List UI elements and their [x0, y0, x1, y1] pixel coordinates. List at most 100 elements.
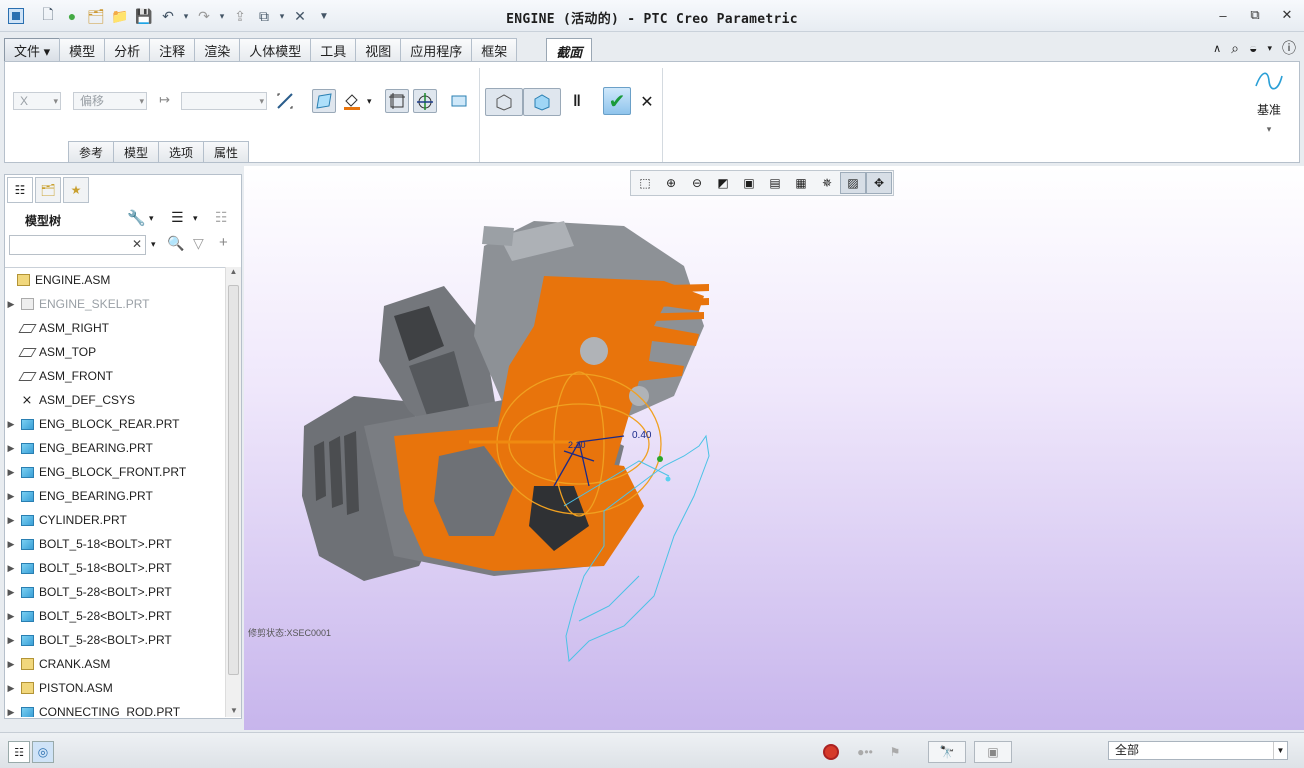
dragger-icon[interactable] — [413, 89, 437, 113]
selection-button[interactable]: ▣ — [974, 741, 1012, 763]
dragger-handle[interactable] — [657, 456, 663, 462]
expand-arrow-icon[interactable]: ▶ — [5, 587, 17, 598]
offset-label[interactable]: 2.10 — [568, 440, 586, 450]
tree-item[interactable]: ▶ CRANK.ASM — [5, 652, 227, 676]
tab-annotate[interactable]: 注释 — [149, 38, 196, 62]
tree-scrollbar[interactable]: ▲ ▼ — [225, 267, 241, 717]
ok-button[interactable]: ✔ — [603, 87, 631, 115]
axis-select[interactable]: X ▾ — [13, 92, 61, 110]
graphics-window[interactable]: ⬚ ⊕ ⊖ ◩ ▣ ▤ ▦ ✵ ▨ ✥ 0.40 2.10 修剪状态:XSEC0… — [244, 166, 1304, 730]
minimize-icon[interactable]: – — [1214, 6, 1232, 24]
dimension-label[interactable]: 0.40 — [632, 430, 652, 441]
subtab-references[interactable]: 参考 — [68, 141, 115, 163]
pause-icon[interactable]: ‖ — [565, 90, 589, 114]
tree-item[interactable]: ASM_FRONT — [5, 364, 227, 388]
settings-icon[interactable]: 🔧 — [127, 209, 146, 227]
add-icon[interactable]: + — [219, 234, 228, 251]
tab-applications[interactable]: 应用程序 — [400, 38, 473, 62]
show-dropdown-icon[interactable]: ▾ — [193, 213, 198, 224]
tab-tools[interactable]: 工具 — [310, 38, 357, 62]
tree-item[interactable]: ▶ ENG_BLOCK_REAR.PRT — [5, 412, 227, 436]
tree-item[interactable]: ▶ CONNECTING_ROD.PRT — [5, 700, 227, 717]
dragger-handle[interactable] — [665, 476, 671, 482]
subtab-options[interactable]: 选项 — [158, 141, 205, 163]
fill-color-dropdown-icon[interactable]: ▾ — [367, 96, 372, 107]
show-icon[interactable]: ☰ — [171, 209, 184, 226]
tree-item[interactable]: ▶ BOLT_5-28<BOLT>.PRT — [5, 580, 227, 604]
model-tree-tab[interactable]: ☷ — [7, 177, 33, 203]
stop-icon[interactable] — [820, 741, 842, 763]
expand-arrow-icon[interactable]: ▶ — [5, 707, 17, 718]
tree-item[interactable]: ▶ ENG_BEARING.PRT — [5, 484, 227, 508]
subtab-model[interactable]: 模型 — [113, 141, 160, 163]
distance-input[interactable]: ▾ — [181, 92, 267, 110]
selection-filter[interactable]: 全部 ▼ — [1108, 741, 1288, 760]
help-center-icon[interactable]: ◒ — [1249, 40, 1257, 56]
help-icon[interactable]: ⓘ — [1282, 38, 1296, 58]
filter-items-icon[interactable]: ☷ — [215, 209, 228, 226]
show-plane-icon[interactable] — [312, 89, 336, 113]
browser-toggle-icon[interactable]: ◎ — [32, 741, 54, 763]
find-button[interactable]: 🔭 — [928, 741, 966, 763]
tree-item[interactable]: ASM_TOP — [5, 340, 227, 364]
section-preview-icon[interactable] — [485, 88, 523, 116]
expand-arrow-icon[interactable]: ▶ — [5, 491, 17, 502]
tree-search-input[interactable]: ✕ — [9, 235, 146, 255]
tree-item[interactable]: ENGINE.ASM — [5, 268, 227, 292]
tree-item[interactable]: ASM_RIGHT — [5, 316, 227, 340]
expand-arrow-icon[interactable]: ▶ — [5, 659, 17, 670]
tab-model[interactable]: 模型 — [59, 38, 106, 62]
navigator-toggle-icon[interactable]: ☷ — [8, 741, 30, 763]
offset-select[interactable]: 偏移 ▾ — [73, 92, 147, 110]
expand-arrow-icon[interactable]: ▶ — [5, 563, 17, 574]
expand-arrow-icon[interactable]: ▶ — [5, 611, 17, 622]
tree-item[interactable]: ▶ BOLT_5-18<BOLT>.PRT — [5, 556, 227, 580]
tree-item[interactable]: ▶ BOLT_5-28<BOLT>.PRT — [5, 604, 227, 628]
tab-section[interactable]: 截面 — [546, 38, 593, 63]
datum-group[interactable]: 基准 ▾ — [1249, 68, 1289, 135]
expand-arrow-icon[interactable]: ▶ — [5, 419, 17, 430]
tree-item[interactable]: ▶ ENG_BLOCK_FRONT.PRT — [5, 460, 227, 484]
expand-arrow-icon[interactable]: ▶ — [5, 467, 17, 478]
expand-arrow-icon[interactable]: ▶ — [5, 635, 17, 646]
help-dropdown-icon[interactable]: ▾ — [1267, 43, 1272, 54]
expand-arrow-icon[interactable]: ▶ — [5, 539, 17, 550]
flag-icon[interactable]: ⚑ — [884, 741, 906, 763]
search-dropdown-icon[interactable]: ▾ — [151, 239, 156, 250]
expand-arrow-icon[interactable]: ▶ — [5, 443, 17, 454]
filter-icon[interactable]: ▽ — [193, 235, 204, 252]
tab-manikin[interactable]: 人体模型 — [239, 38, 312, 62]
restore-icon[interactable]: ⧉ — [1246, 6, 1264, 24]
tree-item[interactable]: ▶ PISTON.ASM — [5, 676, 227, 700]
favorites-tab[interactable]: ★ — [63, 177, 89, 203]
expand-arrow-icon[interactable]: ▶ — [5, 515, 17, 526]
tree-item[interactable]: ▶ BOLT_5-18<BOLT>.PRT — [5, 532, 227, 556]
tab-framework[interactable]: 框架 — [471, 38, 518, 62]
tree-item[interactable]: ▶ ENGINE_SKEL.PRT — [5, 292, 227, 316]
section-view-icon[interactable] — [523, 88, 561, 116]
tree-item[interactable]: ▶ ENG_BEARING.PRT — [5, 436, 227, 460]
folder-browser-tab[interactable]: 🗂 — [35, 177, 61, 203]
tree-item[interactable]: ⨯ ASM_DEF_CSYS — [5, 388, 227, 412]
tab-analysis[interactable]: 分析 — [104, 38, 151, 62]
tree-item[interactable]: ▶ BOLT_5-28<BOLT>.PRT — [5, 628, 227, 652]
clear-icon[interactable]: ✕ — [132, 237, 142, 251]
expand-arrow-icon[interactable]: ▶ — [5, 683, 17, 694]
flip-direction-icon[interactable] — [273, 89, 297, 113]
scroll-down-icon[interactable]: ▼ — [226, 706, 242, 715]
search-icon[interactable]: ⌕ — [1231, 40, 1239, 57]
cancel-button[interactable]: ✕ — [635, 90, 659, 114]
subtab-properties[interactable]: 属性 — [203, 141, 250, 163]
tree-item[interactable]: ▶ CYLINDER.PRT — [5, 508, 227, 532]
expand-arrow-icon[interactable]: ▶ — [5, 299, 17, 310]
cap-surface-icon[interactable] — [385, 89, 409, 113]
preview-window-icon[interactable] — [447, 89, 471, 113]
settings-dropdown-icon[interactable]: ▾ — [149, 213, 154, 224]
fill-color-icon[interactable] — [340, 89, 364, 113]
scroll-thumb[interactable] — [228, 285, 239, 675]
find-icon[interactable]: 🔍 — [167, 235, 184, 252]
scroll-up-icon[interactable]: ▲ — [226, 267, 241, 281]
tab-render[interactable]: 渲染 — [194, 38, 241, 62]
tab-file[interactable]: 文件 ▾ — [4, 38, 61, 62]
close-icon[interactable]: ✕ — [1278, 6, 1296, 24]
